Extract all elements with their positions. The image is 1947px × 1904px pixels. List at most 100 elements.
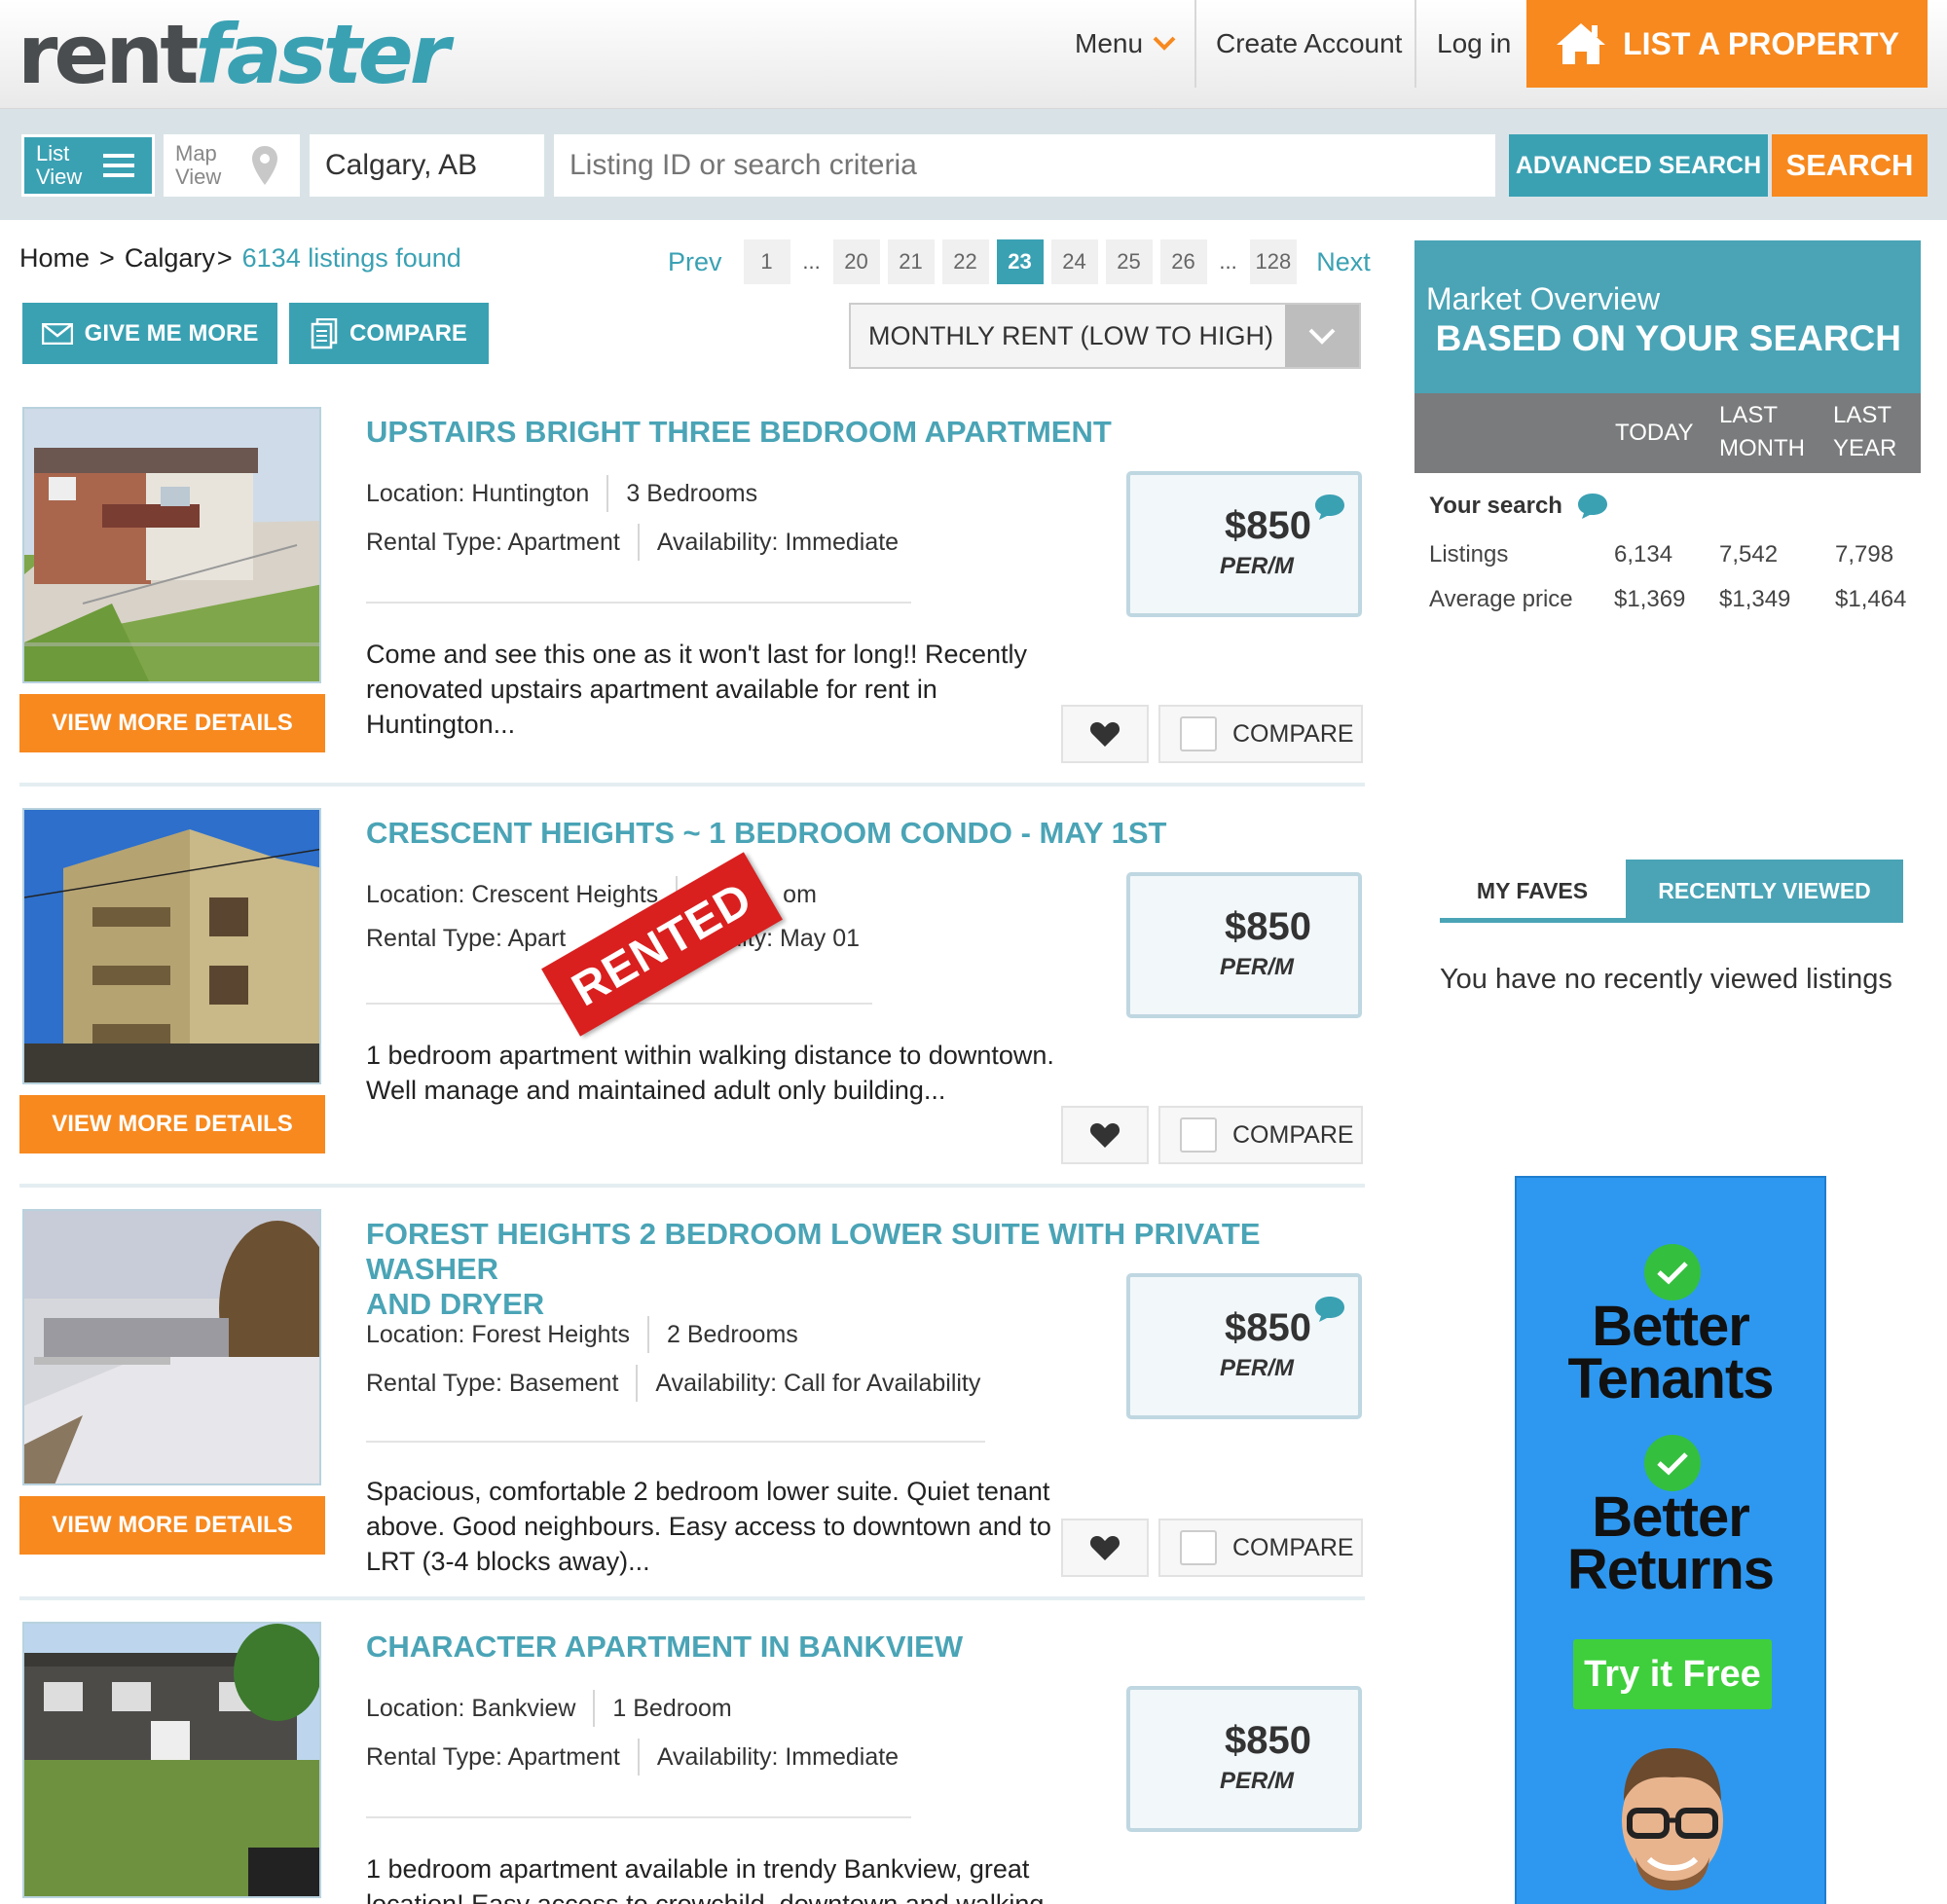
create-account-link[interactable]: Create Account (1216, 0, 1402, 88)
listing-info-row: Rental Type: Apartment Availability: Imme… (366, 524, 899, 561)
listing-info-row: Location: Bankview 1 Bedroom (366, 1690, 732, 1727)
page-link[interactable]: 128 (1249, 239, 1298, 284)
checkmark-icon (1644, 1435, 1701, 1491)
price-box: $850 PER/M (1126, 872, 1362, 1018)
page-link[interactable]: 25 (1105, 239, 1153, 284)
listing-info-row: Rental Type: Basement Availability: Call … (366, 1365, 980, 1402)
page-link[interactable]: 21 (887, 239, 935, 284)
page-link[interactable]: 26 (1159, 239, 1207, 284)
favorite-button[interactable] (1061, 1519, 1149, 1577)
listing-card: VIEW MORE DETAILS CRESCENT HEIGHTS ~ 1 B… (19, 808, 1365, 1207)
give-me-more-button[interactable]: GIVE ME MORE (22, 303, 277, 364)
compare-button[interactable]: COMPARE (289, 303, 489, 364)
listing-description: Come and see this one as it won't last f… (366, 640, 1028, 739)
listing-card: CHARACTER APARTMENT IN BANKVIEW Location… (19, 1622, 1363, 1904)
compare-checkbox[interactable]: COMPARE (1158, 1106, 1363, 1164)
page-link[interactable]: 20 (832, 239, 880, 284)
page-link-current[interactable]: 23 (996, 239, 1044, 284)
hamburger-icon (103, 154, 135, 177)
checkbox[interactable] (1180, 1530, 1217, 1565)
search-input[interactable] (554, 134, 1495, 197)
envelope-icon (41, 322, 73, 345)
view-more-details-button[interactable]: VIEW MORE DETAILS (19, 1095, 325, 1153)
view-more-details-button[interactable]: VIEW MORE DETAILS (19, 1496, 325, 1555)
compare-checkbox[interactable]: COMPARE (1158, 1519, 1363, 1577)
list-property-button[interactable]: LIST A PROPERTY (1526, 0, 1928, 88)
breadcrumb-home[interactable]: Home (19, 243, 90, 274)
page-link[interactable]: 24 (1050, 239, 1098, 284)
listing-divider (19, 1596, 1365, 1600)
price-period: PER/M (1219, 1768, 1294, 1794)
nav-divider (1194, 0, 1196, 88)
listing-divider (19, 1184, 1365, 1188)
listing-photo[interactable] (22, 407, 321, 683)
price-period: PER/M (1219, 553, 1294, 579)
price: $850 (1225, 1306, 1311, 1349)
chat-bubble-icon (1315, 494, 1344, 520)
chat-bubble-icon (1577, 494, 1607, 519)
market-overview-header: Market Overview BASED ON YOUR SEARCH (1414, 240, 1921, 393)
listings-count: 6134 listings found (241, 243, 461, 273)
checkmark-icon (1644, 1244, 1701, 1300)
breadcrumb: Home > Calgary > 6134 listings found (19, 243, 461, 274)
listing-info-row: Rental Type: Apartment Availability: Imme… (366, 1739, 899, 1776)
menu-button[interactable]: Menu (1075, 0, 1176, 88)
rentfaster-logo[interactable]: rent faster (18, 6, 450, 103)
breadcrumb-city[interactable]: Calgary (125, 243, 215, 274)
price: $850 (1225, 905, 1311, 948)
divider (366, 1441, 985, 1443)
price: $850 (1225, 504, 1311, 547)
heart-icon (1089, 1536, 1120, 1560)
page-link[interactable]: 22 (941, 239, 989, 284)
listing-info-row: Location: Huntington 3 Bedrooms (366, 475, 757, 512)
listing-divider (19, 783, 1365, 787)
nav-divider (1414, 0, 1416, 88)
favorite-button[interactable] (1061, 1106, 1149, 1164)
page-link[interactable]: 1 (743, 239, 790, 284)
login-link[interactable]: Log in (1437, 0, 1511, 88)
listing-info-row: Location: Forest Heights 2 Bedrooms (366, 1316, 798, 1353)
city-field[interactable]: Calgary, AB (310, 134, 544, 197)
prev-page-link[interactable]: Prev (662, 239, 728, 284)
favorite-button[interactable] (1061, 705, 1149, 763)
listing-card: VIEW MORE DETAILS FOREST HEIGHTS 2 BEDRO… (19, 1209, 1365, 1608)
listing-photo[interactable] (22, 808, 321, 1084)
map-pin-icon (252, 146, 278, 185)
price-period: PER/M (1219, 1355, 1294, 1381)
checkbox[interactable] (1180, 716, 1217, 751)
listing-card: VIEW MORE DETAILS UPSTAIRS BRIGHT THREE … (19, 407, 1365, 806)
sort-dropdown[interactable]: MONTHLY RENT (LOW TO HIGH) (849, 303, 1361, 369)
documents-icon (311, 317, 338, 348)
list-view-toggle[interactable]: List View (21, 134, 155, 197)
tab-my-faves[interactable]: MY FAVES (1440, 860, 1625, 922)
price-period: PER/M (1219, 954, 1294, 980)
listing-title[interactable]: CHARACTER APARTMENT IN BANKVIEW (366, 1629, 1363, 1665)
compare-checkbox[interactable]: COMPARE (1158, 705, 1363, 763)
divider (366, 602, 911, 604)
search-button[interactable]: SEARCH (1772, 134, 1928, 197)
listing-title[interactable]: UPSTAIRS BRIGHT THREE BEDROOM APARTMENT (366, 415, 1369, 450)
price: $850 (1225, 1719, 1311, 1762)
listing-photo[interactable] (22, 1622, 321, 1898)
checkbox[interactable] (1180, 1117, 1217, 1153)
empty-recent-message: You have no recently viewed listings (1440, 964, 1892, 995)
tab-underline (1440, 918, 1903, 923)
page-ellipsis: ... (1219, 249, 1237, 274)
advanced-search-button[interactable]: ADVANCED SEARCH (1509, 134, 1768, 197)
pagination: Prev 1 ... 20 21 22 23 24 25 26 ... 128 … (662, 239, 1377, 284)
try-it-free-button[interactable]: Try it Free (1573, 1639, 1772, 1709)
market-table-header: TODAY LAST MONTH LAST YEAR (1414, 393, 1921, 473)
house-icon (1557, 23, 1606, 64)
listing-description: Spacious, comfortable 2 bedroom lower su… (366, 1477, 1051, 1576)
next-page-link[interactable]: Next (1310, 239, 1377, 284)
your-search-label: Your search (1429, 492, 1609, 521)
page-ellipsis: ... (802, 249, 821, 274)
man-portrait-image (1622, 1748, 1723, 1890)
price-box: $850 PER/M (1126, 1273, 1362, 1419)
view-more-details-button[interactable]: VIEW MORE DETAILS (19, 694, 325, 752)
advertisement-banner[interactable]: Better Tenants Better Returns Try it Fre… (1515, 1176, 1826, 1904)
listing-title[interactable]: CRESCENT HEIGHTS ~ 1 BEDROOM CONDO - MAY… (366, 816, 1369, 851)
map-view-toggle[interactable]: Map View (164, 134, 300, 197)
listing-photo[interactable] (22, 1209, 321, 1485)
tab-recently-viewed[interactable]: RECENTLY VIEWED (1626, 860, 1903, 922)
